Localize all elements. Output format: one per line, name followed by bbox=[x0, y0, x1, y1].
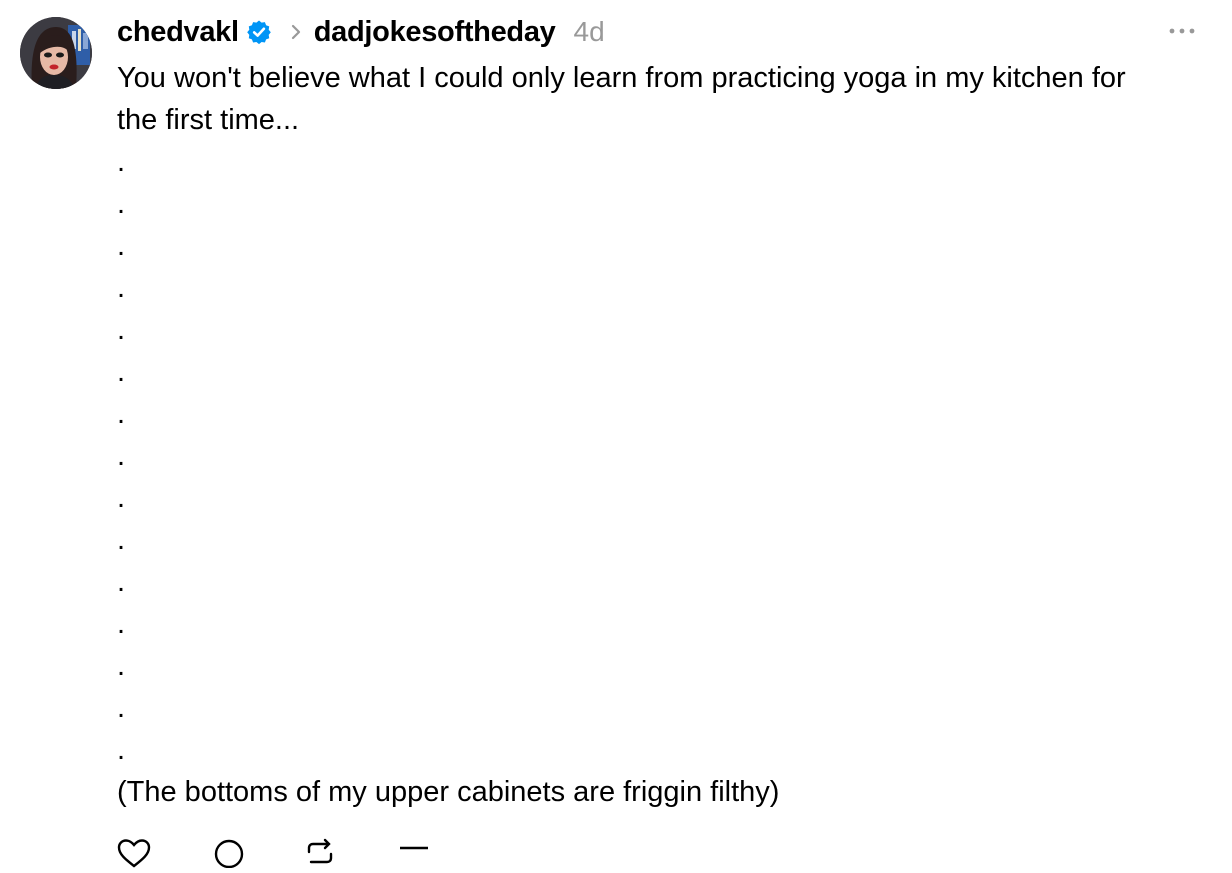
post-text-line: . bbox=[117, 188, 126, 220]
post-text-line: . bbox=[117, 734, 126, 766]
post-text-line: . bbox=[117, 272, 126, 304]
post-text-line: . bbox=[117, 692, 126, 724]
post-text-line: . bbox=[117, 398, 126, 430]
post-text-line: You won't believe what I could only lear… bbox=[117, 62, 1126, 94]
author-username[interactable]: chedvakl bbox=[117, 16, 239, 49]
post-actions bbox=[117, 838, 457, 869]
post-text-line: . bbox=[117, 524, 126, 556]
avatar[interactable] bbox=[20, 17, 92, 89]
post-text-line: . bbox=[117, 482, 126, 514]
like-icon[interactable] bbox=[117, 838, 151, 868]
post-text-line: . bbox=[117, 146, 126, 178]
post-text-line: . bbox=[117, 230, 126, 262]
more-options-icon[interactable] bbox=[1166, 20, 1198, 42]
repost-icon[interactable] bbox=[303, 838, 337, 868]
post-text-line: . bbox=[117, 356, 126, 388]
post-text-line: the first time... bbox=[117, 104, 300, 136]
post-timestamp: 4d bbox=[573, 16, 605, 47]
share-icon[interactable] bbox=[397, 838, 431, 868]
post-text-line: . bbox=[117, 314, 126, 346]
post-text-line: . bbox=[117, 650, 126, 682]
thread-post: chedvakl dadjokesoftheday 4d You won't b… bbox=[0, 0, 1232, 869]
chevron-right-icon bbox=[289, 22, 303, 42]
post-text-line: (The bottoms of my upper cabinets are fr… bbox=[117, 776, 780, 808]
comment-icon[interactable] bbox=[212, 838, 246, 869]
post-header: chedvakl dadjokesoftheday 4d bbox=[117, 12, 605, 52]
community-name[interactable]: dadjokesoftheday bbox=[314, 16, 556, 49]
post-text-line: . bbox=[117, 566, 126, 598]
post-text-line: . bbox=[117, 608, 126, 640]
verified-badge-icon bbox=[246, 19, 272, 45]
post-text-line: . bbox=[117, 440, 126, 472]
post-body: You won't believe what I could only lear… bbox=[117, 57, 1217, 813]
